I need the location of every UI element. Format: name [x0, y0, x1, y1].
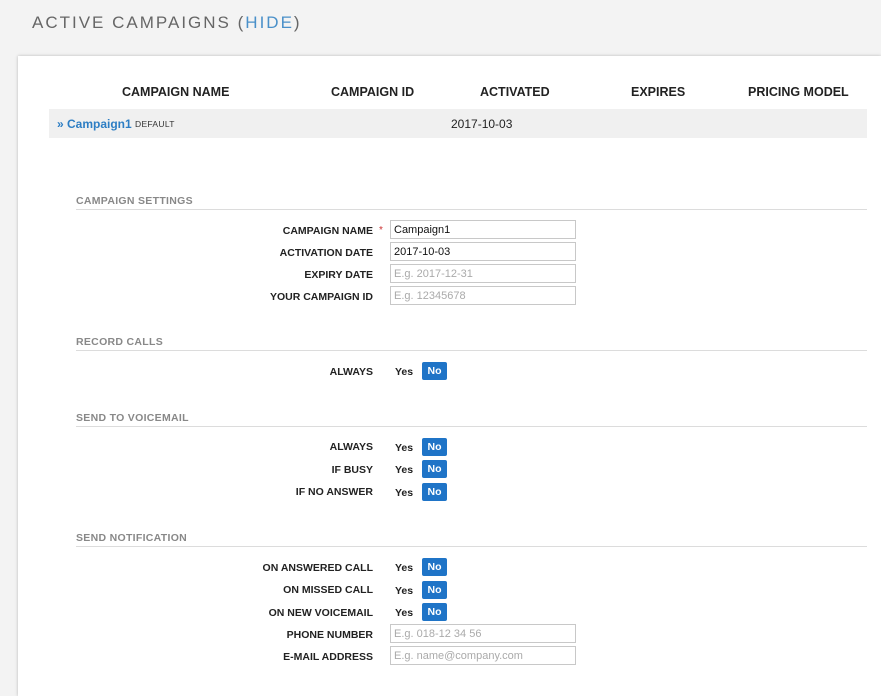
- section-title-send-to-voicemail: SEND TO VOICEMAIL: [76, 412, 189, 424]
- notify-missed-yes-button[interactable]: Yes: [395, 585, 413, 597]
- page-title-text: ACTIVE CAMPAIGNS: [32, 13, 231, 32]
- voicemail-if-no-answer-label: IF NO ANSWER: [295, 486, 373, 498]
- notify-new-voicemail-no-button[interactable]: No: [422, 603, 447, 621]
- voicemail-if-busy-yes-button[interactable]: Yes: [395, 464, 413, 476]
- activation-date-label: ACTIVATION DATE: [279, 247, 373, 259]
- page-title: ACTIVE CAMPAIGNS (HIDE): [32, 13, 302, 33]
- email-address-input[interactable]: [390, 646, 576, 665]
- column-header-activated[interactable]: ACTIVATED: [480, 85, 550, 99]
- notify-answered-label: ON ANSWERED CALL: [262, 562, 373, 574]
- campaign-name-link[interactable]: » Campaign1: [57, 117, 132, 131]
- your-campaign-id-input[interactable]: [390, 286, 576, 305]
- default-badge: DEFAULT: [135, 119, 175, 129]
- notify-missed-label: ON MISSED CALL: [283, 584, 373, 596]
- required-marker: *: [379, 225, 383, 236]
- record-always-label: ALWAYS: [329, 366, 373, 378]
- phone-number-label: PHONE NUMBER: [286, 629, 373, 641]
- notify-answered-yes-button[interactable]: Yes: [395, 562, 413, 574]
- campaigns-card: CAMPAIGN NAME CAMPAIGN ID ACTIVATED EXPI…: [18, 56, 881, 696]
- voicemail-if-no-answer-no-button[interactable]: No: [422, 483, 447, 501]
- table-row[interactable]: » Campaign1 DEFAULT 2017-10-03: [49, 109, 867, 138]
- notify-missed-no-button[interactable]: No: [422, 581, 447, 599]
- campaign-name-input[interactable]: [390, 220, 576, 239]
- voicemail-if-no-answer-yes-button[interactable]: Yes: [395, 487, 413, 499]
- row-activated-date: 2017-10-03: [451, 117, 513, 131]
- campaign-name-label: CAMPAIGN NAME: [282, 225, 373, 237]
- phone-number-input[interactable]: [390, 624, 576, 643]
- hide-link[interactable]: HIDE: [245, 13, 294, 32]
- section-divider: [76, 426, 867, 427]
- voicemail-if-busy-label: IF BUSY: [331, 464, 373, 476]
- column-header-campaign-id[interactable]: CAMPAIGN ID: [331, 85, 414, 99]
- section-title-send-notification: SEND NOTIFICATION: [76, 532, 188, 544]
- your-campaign-id-label: YOUR CAMPAIGN ID: [269, 291, 373, 303]
- expiry-date-input[interactable]: [390, 264, 576, 283]
- email-address-label: E-MAIL ADDRESS: [283, 651, 373, 663]
- section-divider: [76, 350, 867, 351]
- record-always-yes-button[interactable]: Yes: [395, 366, 413, 378]
- notify-new-voicemail-yes-button[interactable]: Yes: [395, 607, 413, 619]
- voicemail-always-yes-button[interactable]: Yes: [395, 442, 413, 454]
- section-divider: [76, 209, 867, 210]
- voicemail-always-no-button[interactable]: No: [422, 438, 447, 456]
- voicemail-if-busy-no-button[interactable]: No: [422, 460, 447, 478]
- paren-close: ): [293, 13, 302, 32]
- column-header-campaign-name[interactable]: CAMPAIGN NAME: [122, 85, 229, 99]
- section-divider: [76, 546, 867, 547]
- activation-date-input[interactable]: [390, 242, 576, 261]
- section-title-record-calls: RECORD CALLS: [76, 336, 164, 348]
- record-always-no-button[interactable]: No: [422, 362, 447, 380]
- column-header-expires[interactable]: EXPIRES: [631, 85, 685, 99]
- notify-new-voicemail-label: ON NEW VOICEMAIL: [268, 607, 373, 619]
- column-header-pricing-model[interactable]: PRICING MODEL: [748, 85, 849, 99]
- voicemail-always-label: ALWAYS: [329, 441, 373, 453]
- notify-answered-no-button[interactable]: No: [422, 558, 447, 576]
- section-title-campaign-settings: CAMPAIGN SETTINGS: [76, 195, 193, 207]
- expiry-date-label: EXPIRY DATE: [304, 269, 373, 281]
